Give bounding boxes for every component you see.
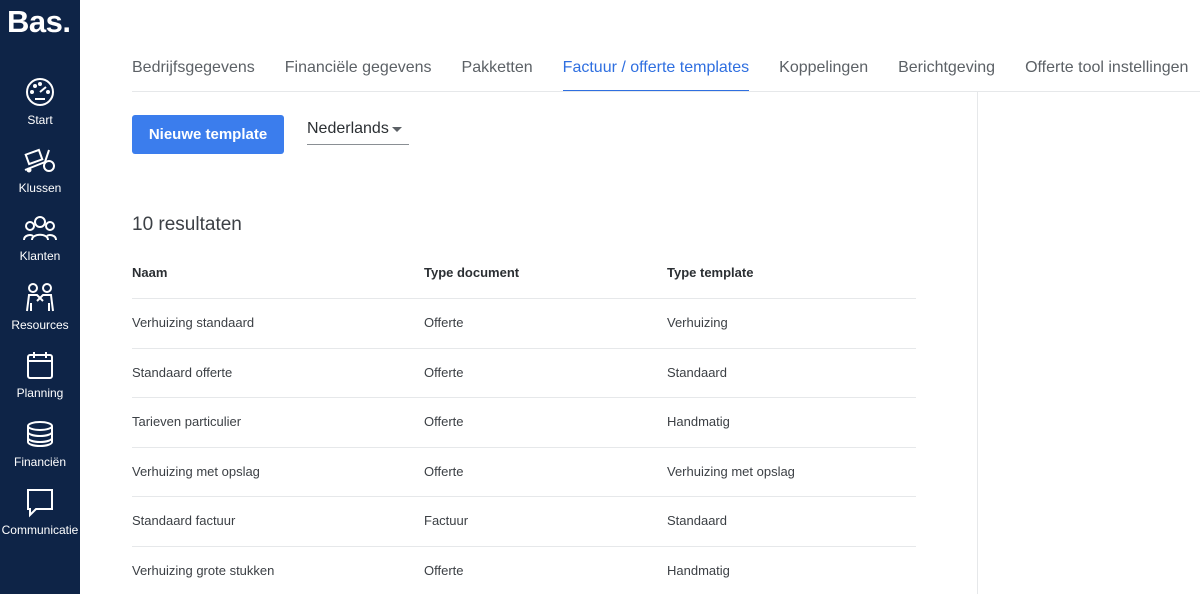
cell-type-template: Standaard — [667, 513, 727, 528]
table-row[interactable]: Verhuizing grote stukken Offerte Handmat… — [132, 547, 916, 594]
cell-naam: Standaard factuur — [132, 513, 236, 528]
language-select[interactable]: Nederlands — [307, 115, 409, 145]
table-row[interactable]: Tarieven particulier Offerte Handmatig — [132, 398, 916, 448]
coins-stack-icon — [27, 421, 53, 448]
cell-naam: Verhuizing grote stukken — [132, 562, 275, 578]
cell-type-template: Standaard — [667, 364, 727, 380]
sidebar-item-klanten[interactable]: Klanten — [0, 212, 80, 274]
cell-type-document: Offerte — [424, 364, 464, 380]
panel-divider — [977, 92, 978, 594]
table-row[interactable]: Verhuizing standaard Offerte Verhuizing — [132, 299, 916, 349]
cell-type-template: Handmatig — [667, 562, 730, 578]
cell-type-template: Handmatig — [667, 414, 730, 429]
table-row[interactable]: Standaard offerte Offerte Standaard — [132, 349, 916, 398]
cell-type-document: Offerte — [424, 315, 464, 330]
cell-naam: Tarieven particulier — [132, 414, 242, 429]
app-logo: Bas. — [7, 4, 71, 39]
table-row[interactable]: Standaard factuur Factuur Standaard — [132, 497, 916, 547]
tab-offerte-tool-instellingen[interactable]: Offerte tool instellingen — [1025, 58, 1188, 92]
sidebar-item-label: Start — [27, 113, 53, 127]
sidebar-item-label: Communicatie — [1, 523, 79, 537]
sidebar-item-klussen[interactable]: Klussen — [0, 144, 80, 206]
sidebar-item-label: Resources — [11, 318, 69, 332]
cell-type-document: Offerte — [424, 414, 464, 429]
column-header-naam[interactable]: Naam — [132, 265, 167, 280]
column-header-type-template[interactable]: Type template — [667, 265, 753, 280]
table-header: Naam Type document Type template — [132, 250, 916, 299]
tab-pakketten[interactable]: Pakketten — [462, 58, 533, 92]
new-template-button[interactable]: Nieuwe template — [132, 115, 284, 154]
sidebar-item-label: Financiën — [13, 455, 67, 469]
customers-group-icon — [23, 216, 57, 241]
language-select-value: Nederlands — [307, 120, 389, 137]
sidebar: Bas. Start Klussen Klanten Resources Pla… — [0, 0, 80, 594]
tab-financiele-gegevens[interactable]: Financiële gegevens — [285, 58, 432, 92]
tab-berichtgeving[interactable]: Berichtgeving — [898, 58, 995, 92]
chat-bubble-icon — [27, 489, 53, 518]
results-count: 10 resultaten — [132, 214, 242, 235]
sidebar-item-planning[interactable]: Planning — [0, 349, 80, 411]
workers-icon — [26, 283, 54, 312]
cell-naam: Verhuizing met opslag — [132, 463, 260, 479]
caret-down-icon — [392, 127, 402, 132]
cell-type-template: Verhuizing met opslag — [667, 463, 795, 479]
cell-type-document: Offerte — [424, 463, 464, 479]
sidebar-item-resources[interactable]: Resources — [0, 281, 80, 343]
sidebar-item-communicatie[interactable]: Communicatie — [0, 486, 80, 548]
moving-dolly-icon — [24, 148, 55, 173]
sidebar-item-label: Klanten — [19, 249, 61, 263]
tab-koppelingen[interactable]: Koppelingen — [779, 58, 868, 92]
dashboard-gauge-icon — [26, 78, 54, 106]
settings-tabs: Bedrijfsgegevens Financiële gegevens Pak… — [132, 58, 1200, 92]
cell-type-template: Verhuizing — [667, 315, 728, 330]
sidebar-item-label: Klussen — [18, 181, 62, 195]
tab-factuur-offerte-templates[interactable]: Factuur / offerte templates — [562, 58, 750, 92]
cell-naam: Verhuizing standaard — [132, 315, 255, 330]
tab-bedrijfsgegevens[interactable]: Bedrijfsgegevens — [132, 58, 255, 92]
sidebar-item-label: Planning — [16, 386, 64, 400]
cell-type-document: Offerte — [424, 562, 464, 578]
calendar-icon — [27, 352, 53, 379]
cell-type-document: Factuur — [424, 513, 469, 528]
table-row[interactable]: Verhuizing met opslag Offerte Verhuizing… — [132, 448, 916, 497]
cell-naam: Standaard offerte — [132, 364, 233, 380]
templates-table: Naam Type document Type template Verhuiz… — [132, 250, 916, 594]
sidebar-item-start[interactable]: Start — [0, 76, 80, 138]
tabs-divider — [132, 91, 1200, 92]
sidebar-item-financien[interactable]: Financiën — [0, 418, 80, 480]
column-header-type-document[interactable]: Type document — [424, 265, 519, 280]
